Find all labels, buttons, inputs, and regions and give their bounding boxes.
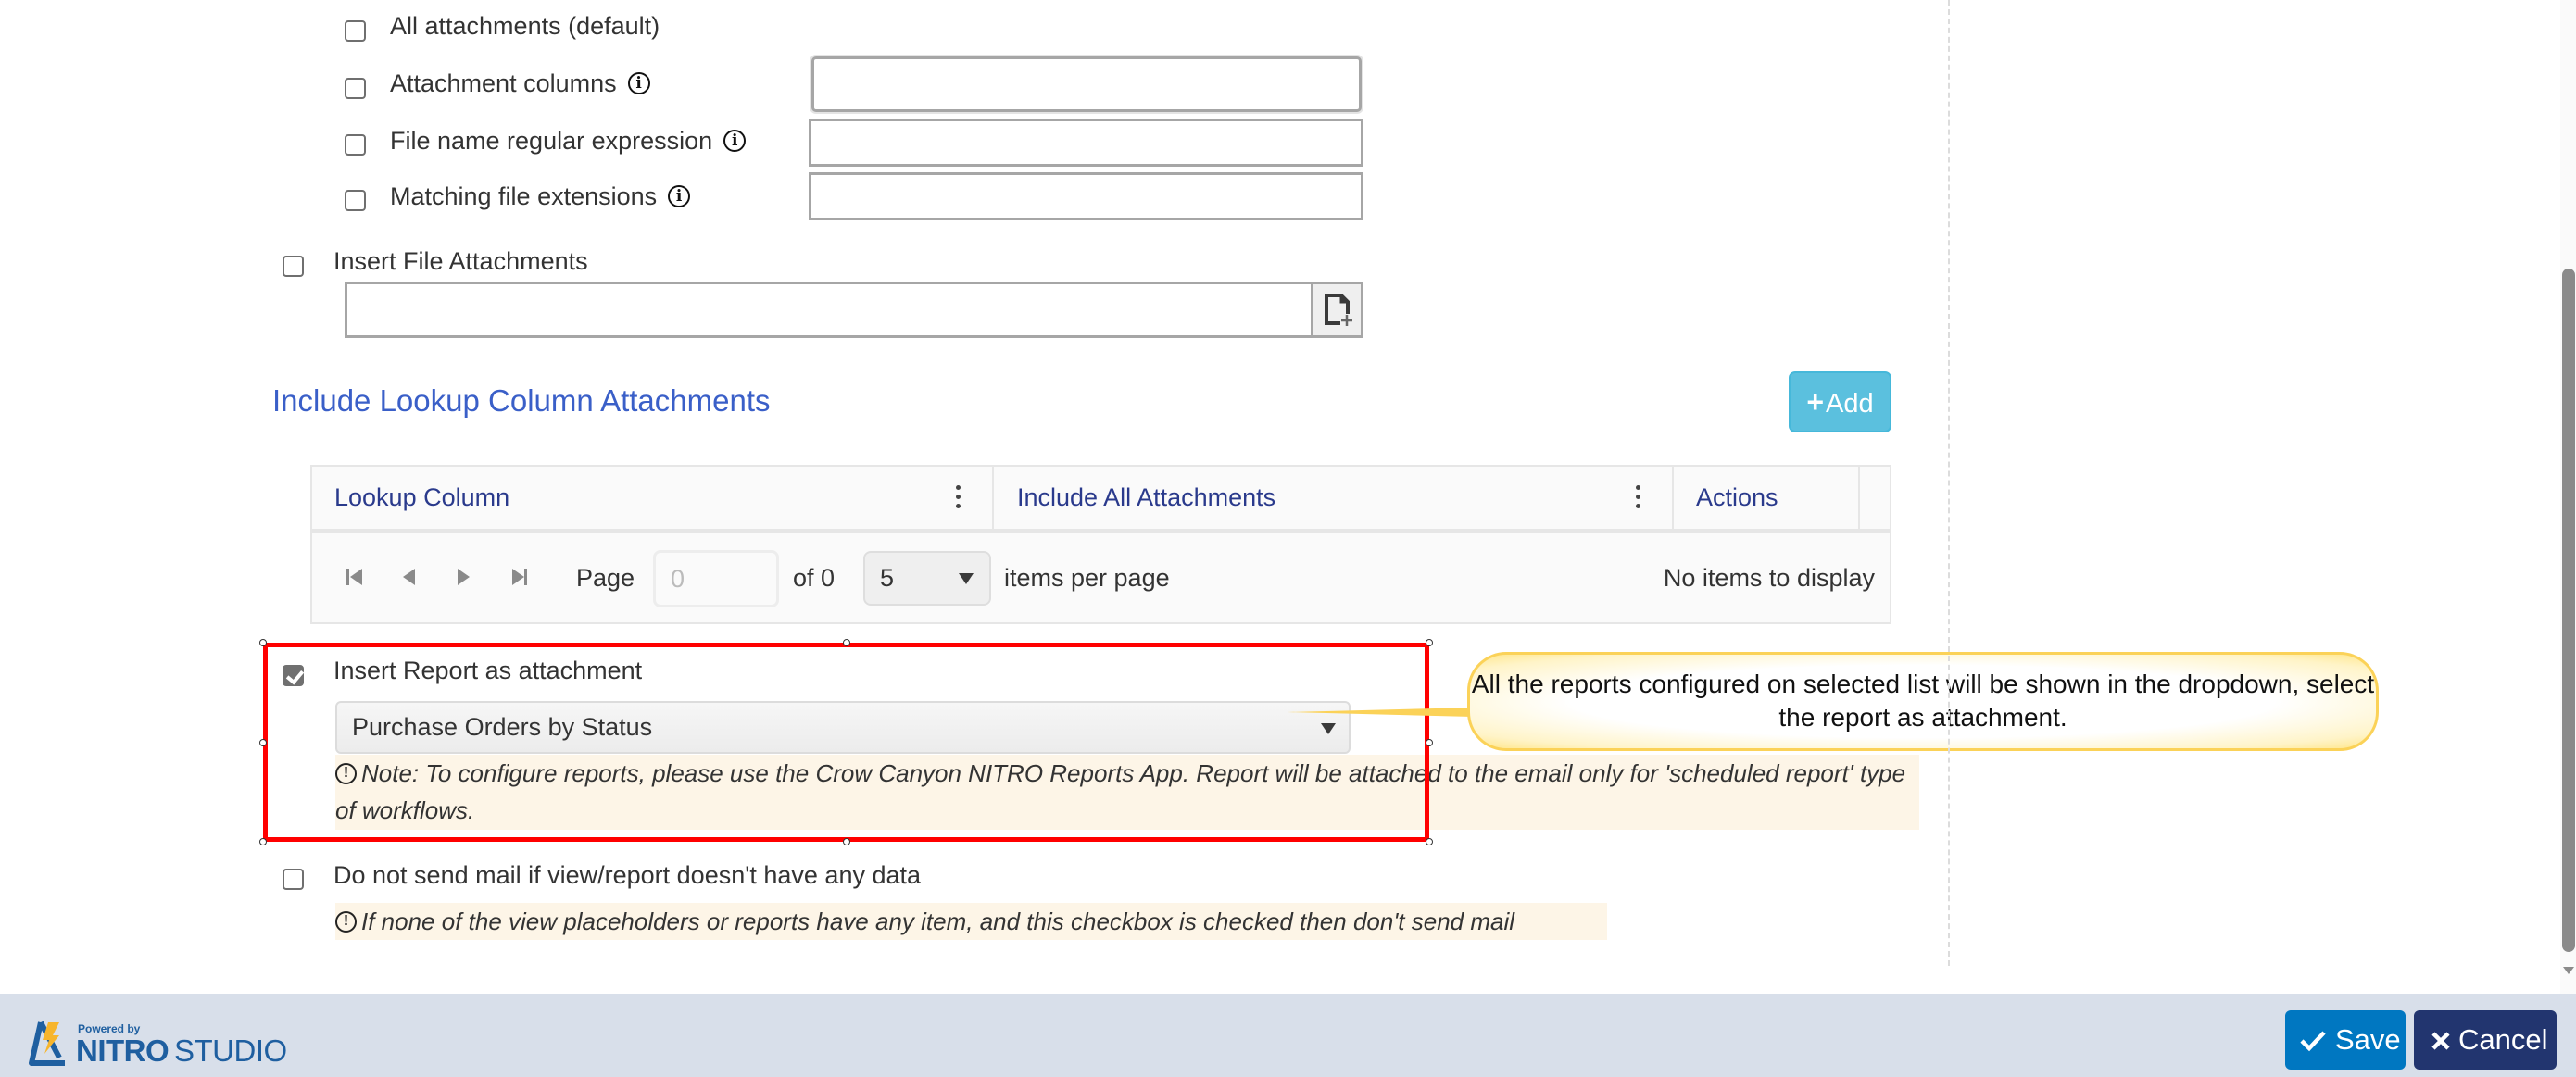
insert-report-note: ! Note: To configure reports, please use …: [335, 755, 1919, 830]
page-size-value: 5: [880, 564, 895, 592]
column-divider: [1672, 467, 1674, 529]
no-data-note-text: If none of the view placeholders or repo…: [361, 908, 1515, 935]
next-page-icon[interactable]: [458, 566, 480, 588]
info-icon[interactable]: i: [627, 71, 650, 94]
cancel-button[interactable]: Cancel: [2414, 1010, 2557, 1070]
scroll-down-icon[interactable]: [2563, 967, 2574, 974]
attachment-columns-label-row: Attachment columns i: [390, 69, 650, 98]
first-page-icon[interactable]: [346, 566, 369, 588]
cancel-label: Cancel: [2458, 1023, 2548, 1056]
grid-header: Lookup Column Include All Attachments Ac…: [312, 467, 1890, 533]
scrollbar-thumb[interactable]: [2562, 269, 2575, 952]
insert-file-attachments-label: Insert File Attachments: [333, 247, 588, 275]
matching-file-extensions-label-row: Matching file extensions i: [390, 182, 691, 211]
selection-handle: [259, 739, 267, 746]
page-size-dropdown[interactable]: 5: [863, 551, 991, 606]
selection-handle: [843, 639, 850, 646]
close-icon: [2431, 1032, 2450, 1050]
save-label: Save: [2335, 1023, 2401, 1056]
selection-handle: [1426, 739, 1433, 746]
all-attachments-checkbox[interactable]: [345, 20, 366, 42]
logo-studio-text: STUDIO: [174, 1033, 287, 1068]
previous-page-icon[interactable]: [403, 566, 425, 588]
add-lookup-button[interactable]: +Add: [1789, 371, 1891, 432]
no-data-checkbox[interactable]: [283, 869, 304, 890]
attachment-columns-input[interactable]: [811, 56, 1362, 112]
attach-file-button[interactable]: [1311, 282, 1363, 338]
save-button[interactable]: Save: [2285, 1010, 2406, 1070]
add-button-label: Add: [1826, 389, 1874, 419]
column-divider: [1858, 467, 1860, 529]
footer-bar: Powered by NITRO STUDIO: [0, 994, 2576, 1077]
callout-pointer: [1288, 708, 1473, 717]
column-menu-icon[interactable]: [1636, 485, 1641, 511]
column-header-actions: Actions: [1696, 483, 1778, 511]
last-page-icon[interactable]: [512, 566, 534, 588]
callout-bubble: All the reports configured on selected l…: [1467, 652, 2379, 751]
selection-handle: [259, 639, 267, 646]
no-data-note: ! If none of the view placeholders or rep…: [335, 903, 1607, 940]
insert-file-attachments-input[interactable]: [345, 282, 1313, 338]
chevron-down-icon: [959, 573, 974, 584]
check-icon: [2300, 1031, 2326, 1052]
report-dropdown-value: Purchase Orders by Status: [352, 713, 653, 741]
file-name-regex-label-row: File name regular expression i: [390, 126, 747, 156]
column-menu-icon[interactable]: [956, 485, 961, 511]
grid-pager: Page 0 of 0 5 items per page No items to…: [312, 533, 1890, 622]
selection-handle: [843, 838, 850, 845]
warning-icon: !: [335, 762, 357, 784]
plus-icon: +: [1806, 385, 1825, 419]
all-attachments-label: All attachments (default): [390, 12, 660, 40]
panel-divider: [1948, 0, 1950, 966]
warning-icon: !: [335, 910, 357, 933]
chevron-down-icon: [1321, 723, 1336, 734]
attachment-columns-label: Attachment columns: [390, 69, 617, 97]
selection-handle: [259, 838, 267, 845]
insert-report-checkbox[interactable]: [283, 665, 304, 686]
file-add-icon: [1325, 294, 1353, 327]
file-name-regex-input[interactable]: [809, 119, 1363, 167]
insert-report-note-text: Note: To configure reports, please use t…: [335, 759, 1906, 824]
no-data-label: Do not send mail if view/report doesn't …: [333, 861, 922, 889]
matching-file-extensions-checkbox[interactable]: [345, 190, 366, 211]
page-number-input[interactable]: 0: [653, 550, 779, 607]
nitro-studio-logo: Powered by NITRO STUDIO: [28, 1015, 306, 1071]
insert-report-label: Insert Report as attachment: [333, 657, 643, 684]
column-header-include-all-attachments[interactable]: Include All Attachments: [1017, 467, 1665, 529]
file-name-regex-checkbox[interactable]: [345, 134, 366, 156]
logo-nitro-text: NITRO: [76, 1033, 170, 1068]
column-header-lookup-column[interactable]: Lookup Column: [334, 467, 983, 529]
page-label: Page: [576, 564, 635, 592]
page-count: of 0: [793, 564, 836, 592]
pager-status: No items to display: [1663, 564, 1875, 592]
lookup-grid: Lookup Column Include All Attachments Ac…: [310, 465, 1891, 624]
lookup-section-title: Include Lookup Column Attachments: [272, 383, 771, 418]
selection-handle: [1426, 639, 1433, 646]
info-icon[interactable]: i: [723, 129, 747, 152]
matching-file-extensions-input[interactable]: [809, 172, 1363, 220]
nitro-logo-icon: [29, 1021, 65, 1066]
column-divider: [992, 467, 994, 529]
selection-handle: [1426, 838, 1433, 845]
insert-file-attachments-checkbox[interactable]: [283, 256, 304, 277]
matching-file-extensions-label: Matching file extensions: [390, 182, 658, 210]
items-per-page-label: items per page: [1004, 564, 1170, 592]
attachment-columns-checkbox[interactable]: [345, 78, 366, 99]
report-dropdown[interactable]: Purchase Orders by Status: [335, 701, 1351, 754]
info-icon[interactable]: i: [668, 184, 691, 207]
file-name-regex-label: File name regular expression: [390, 127, 713, 155]
